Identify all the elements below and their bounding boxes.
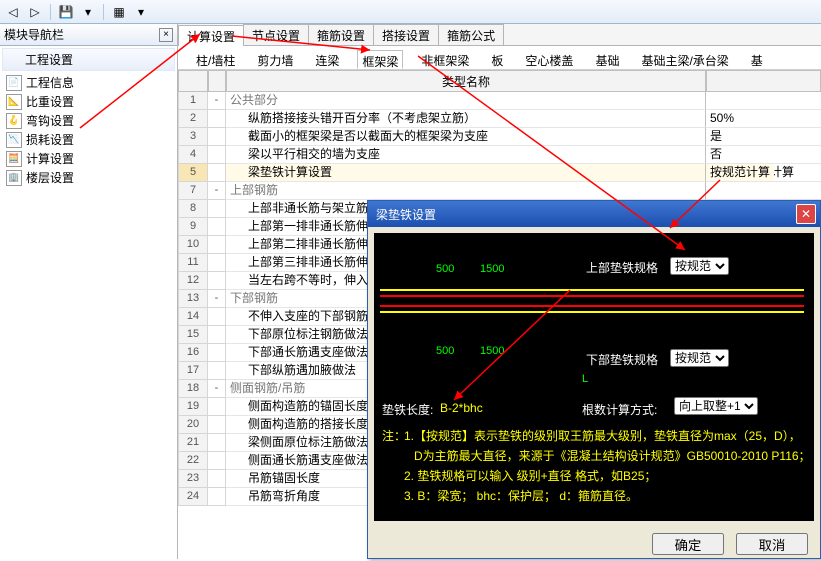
row-value[interactable]: 按规范计算 [706, 164, 774, 182]
item-label: 工程信息 [26, 74, 74, 91]
item-icon: 📐 [6, 94, 22, 110]
row-label: 上部钢筋 [226, 182, 706, 200]
bot-spec-label: 下部垫铁规格 [586, 351, 658, 368]
primary-tab[interactable]: 计算设置 [178, 25, 244, 46]
item-label: 比重设置 [26, 93, 74, 110]
primary-tab[interactable]: 节点设置 [243, 24, 309, 45]
grid-row[interactable]: 4 梁以平行相交的墙为支座 否 [178, 146, 821, 164]
length-value: B-2*bhc [440, 401, 483, 415]
ok-button[interactable]: 确定 [652, 533, 724, 555]
item-icon: 🧮 [6, 151, 22, 167]
nav-tree: 工程设置 📄工程信息📐比重设置🪝弯钩设置📉损耗设置🧮计算设置🏢楼层设置 [0, 46, 177, 189]
forward-icon[interactable]: ▷ [26, 3, 44, 21]
item-label: 楼层设置 [26, 169, 74, 186]
top-spec-select[interactable]: 按规范 [670, 257, 729, 275]
item-label: 计算设置 [26, 150, 74, 167]
primary-tab[interactable]: 箍筋公式 [438, 24, 504, 45]
row-label: 截面小的框架梁是否以截面大的框架梁为支座 [226, 128, 706, 146]
primary-tab[interactable]: 搭接设置 [373, 24, 439, 45]
row-value[interactable] [706, 92, 821, 110]
grid-row[interactable]: 7 - 上部钢筋 [178, 182, 821, 200]
cancel-button[interactable]: 取消 [736, 533, 808, 555]
row-label: 公共部分 [226, 92, 706, 110]
secondary-tab[interactable]: 连梁 [311, 50, 343, 69]
row-label: 梁垫铁计算设置 [226, 164, 706, 182]
item-icon: 🪝 [6, 113, 22, 129]
pad-iron-dialog: 梁垫铁设置 ✕ 500 1500 上部垫铁规格 按规范 500 1500 下部垫… [367, 200, 821, 559]
chevron-down-icon[interactable]: ▾ [132, 3, 150, 21]
row-value[interactable]: 否 [706, 146, 821, 164]
grid-row[interactable]: 5 梁垫铁计算设置 按规范计算 [178, 164, 774, 182]
secondary-tab[interactable]: 空心楼盖 [521, 50, 577, 69]
top-toolbar: ◁ ▷ 💾 ▾ ▦ ▾ [0, 0, 821, 24]
nav-item[interactable]: 📉损耗设置 [0, 130, 177, 149]
module-nav-panel: 模块导航栏 × 工程设置 📄工程信息📐比重设置🪝弯钩设置📉损耗设置🧮计算设置🏢楼… [0, 24, 178, 559]
root-calc-select[interactable]: 向上取整+1 [674, 397, 758, 415]
chevron-down-icon[interactable]: ▾ [79, 3, 97, 21]
row-value[interactable]: 50% [706, 110, 821, 128]
row-label: 梁以平行相交的墙为支座 [226, 146, 706, 164]
settings-icon[interactable]: ▦ [110, 3, 128, 21]
tree-header: 工程设置 [2, 48, 175, 71]
panel-title: 模块导航栏 [4, 26, 64, 43]
secondary-tab[interactable]: 基 [747, 50, 767, 69]
col-header-type: 类型名称 [226, 70, 706, 92]
item-label: 损耗设置 [26, 131, 74, 148]
nav-item[interactable]: 🪝弯钩设置 [0, 111, 177, 130]
secondary-tab[interactable]: 框架梁 [357, 50, 403, 69]
secondary-tab[interactable]: 剪力墙 [253, 50, 297, 69]
close-icon[interactable]: × [159, 28, 173, 42]
length-label: 垫铁长度: [382, 401, 433, 418]
grid-row[interactable]: 3 截面小的框架梁是否以截面大的框架梁为支座 是 [178, 128, 821, 146]
secondary-tab[interactable]: 非框架梁 [417, 50, 473, 69]
secondary-tab[interactable]: 基础 [591, 50, 623, 69]
save-icon[interactable]: 💾 [57, 3, 75, 21]
grid-row[interactable]: 2 纵筋搭接接头错开百分率（不考虑架立筋） 50% [178, 110, 821, 128]
secondary-tab[interactable]: 基础主梁/承台梁 [637, 50, 732, 69]
bot-spec-select[interactable]: 按规范 [670, 349, 729, 367]
top-spec-label: 上部垫铁规格 [586, 259, 658, 276]
grid-row[interactable]: 1 - 公共部分 [178, 92, 821, 110]
dialog-title: 梁垫铁设置 [376, 206, 436, 223]
secondary-tab[interactable]: 板 [487, 50, 507, 69]
item-icon: 📄 [6, 75, 22, 91]
nav-item[interactable]: 🧮计算设置 [0, 149, 177, 168]
back-icon[interactable]: ◁ [4, 3, 22, 21]
item-icon: 📉 [6, 132, 22, 148]
row-value[interactable]: 是 [706, 128, 821, 146]
secondary-tab[interactable]: 柱/墙柱 [192, 50, 239, 69]
nav-item[interactable]: 📄工程信息 [0, 73, 177, 92]
row-value[interactable] [706, 182, 821, 200]
primary-tabs: 计算设置节点设置箍筋设置搭接设置箍筋公式 [178, 24, 821, 46]
primary-tab[interactable]: 箍筋设置 [308, 24, 374, 45]
secondary-tabs: 柱/墙柱剪力墙连梁框架梁非框架梁板空心楼盖基础基础主梁/承台梁基 [178, 46, 821, 70]
item-label: 弯钩设置 [26, 112, 74, 129]
root-calc-label: 根数计算方式: [582, 401, 657, 418]
nav-item[interactable]: 🏢楼层设置 [0, 168, 177, 187]
row-label: 纵筋搭接接头错开百分率（不考虑架立筋） [226, 110, 706, 128]
item-icon: 🏢 [6, 170, 22, 186]
nav-item[interactable]: 📐比重设置 [0, 92, 177, 111]
close-icon[interactable]: ✕ [796, 204, 816, 224]
